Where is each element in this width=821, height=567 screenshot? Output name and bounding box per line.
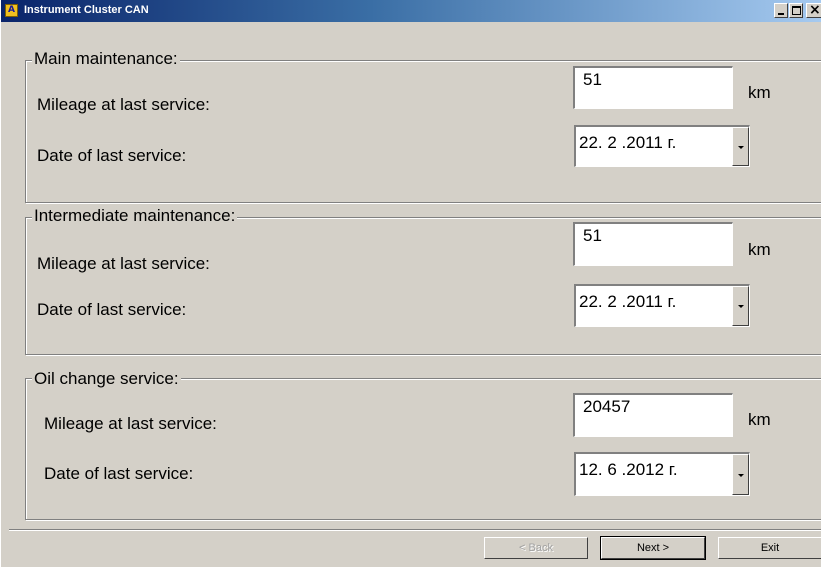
main-mileage-input[interactable]: 51	[573, 66, 733, 109]
window-title: Instrument Cluster CAN	[24, 4, 149, 16]
oil-change-legend: Oil change service:	[32, 369, 181, 389]
main-date-dropdown[interactable]: 22. 2 .2011 г.	[574, 125, 750, 167]
main-date-value: 22. 2 .2011 г.	[579, 133, 677, 152]
chevron-down-icon[interactable]	[732, 454, 749, 495]
intermediate-date-label: Date of last service:	[37, 300, 187, 319]
main-mileage-label: Mileage at last service:	[37, 95, 210, 114]
chevron-down-icon[interactable]	[732, 127, 749, 166]
main-maintenance-legend: Main maintenance:	[32, 49, 180, 69]
next-button[interactable]: Next >	[600, 536, 706, 560]
oil-date-dropdown[interactable]: 12. 6 .2012 г.	[574, 452, 750, 496]
oil-mileage-unit: km	[748, 410, 771, 429]
oil-mileage-input[interactable]: 20457	[573, 393, 733, 437]
intermediate-date-value: 22. 2 .2011 г.	[579, 292, 677, 311]
chevron-down-icon[interactable]	[732, 286, 749, 326]
intermediate-mileage-label: Mileage at last service:	[37, 254, 210, 273]
main-window: A Instrument Cluster CAN Main maintenanc…	[0, 0, 821, 567]
main-date-label: Date of last service:	[37, 146, 187, 165]
oil-date-label: Date of last service:	[44, 464, 194, 483]
close-button[interactable]	[806, 2, 821, 18]
minimize-button[interactable]	[774, 3, 788, 18]
intermediate-mileage-unit: km	[748, 240, 771, 259]
main-mileage-unit: km	[748, 83, 771, 102]
back-button[interactable]: < Back	[484, 537, 588, 559]
oil-mileage-label: Mileage at last service:	[44, 414, 217, 433]
exit-button[interactable]: Exit	[718, 537, 821, 559]
footer-separator-highlight	[9, 530, 821, 531]
app-icon: A	[5, 4, 18, 17]
title-bar[interactable]: A Instrument Cluster CAN	[1, 0, 821, 22]
intermediate-maintenance-legend: Intermediate maintenance:	[32, 206, 238, 226]
intermediate-date-dropdown[interactable]: 22. 2 .2011 г.	[574, 284, 750, 327]
oil-date-value: 12. 6 .2012 г.	[579, 460, 678, 479]
maximize-button[interactable]	[789, 3, 803, 18]
intermediate-mileage-input[interactable]: 51	[573, 222, 733, 266]
